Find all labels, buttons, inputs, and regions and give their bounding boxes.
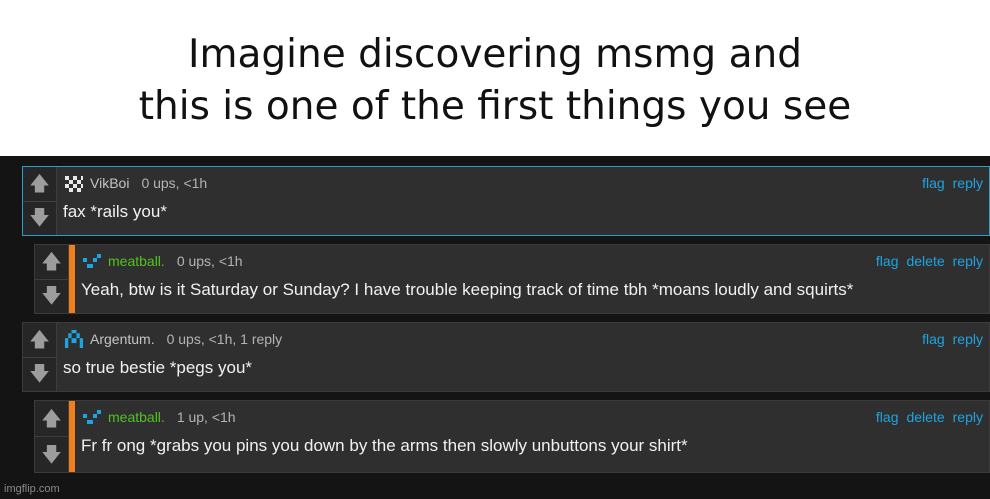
downvote-button[interactable]: 🡇 <box>35 278 68 314</box>
comment-body: meatball. 1 up, <1h flag delete reply Fr… <box>75 401 989 472</box>
flag-link[interactable]: flag <box>876 409 899 425</box>
comment-stats: 1 up, <1h <box>176 409 236 425</box>
comments-screenshot: 🡅 🡇 VikBoi 0 ups, <1h flag reply fax *ra… <box>0 156 990 499</box>
downvote-button[interactable]: 🡇 <box>23 200 56 236</box>
comment-stats: 0 ups, <1h <box>141 175 208 191</box>
comment-meatball-reply-2: 🡅 🡇 meatball. 1 up, <1h flag delete repl… <box>34 400 990 473</box>
downvote-button[interactable]: 🡇 <box>35 436 68 472</box>
arrow-down-icon: 🡇 <box>41 285 62 308</box>
flag-link[interactable]: flag <box>922 331 945 347</box>
comment-text: fax *rails you* <box>63 202 167 221</box>
arrow-down-icon: 🡇 <box>29 207 50 230</box>
vote-controls: 🡅 🡇 <box>35 401 69 472</box>
meatball-avatar-icon[interactable] <box>81 408 103 426</box>
caption-text: Imagine discovering msmg and this is one… <box>138 32 852 129</box>
upvote-button[interactable]: 🡅 <box>23 167 56 201</box>
arrow-down-icon: 🡇 <box>41 443 62 466</box>
reply-link[interactable]: reply <box>953 409 983 425</box>
comment-meta: meatball. 0 ups, <1h <box>81 252 243 270</box>
username[interactable]: meatball. <box>108 253 165 269</box>
username[interactable]: Argentum. <box>90 331 155 347</box>
comment-vikboi: 🡅 🡇 VikBoi 0 ups, <1h flag reply fax *ra… <box>22 166 990 236</box>
username[interactable]: VikBoi <box>90 175 129 191</box>
upvote-button[interactable]: 🡅 <box>35 401 68 436</box>
comment-stats: 0 ups, <1h <box>176 253 243 269</box>
comment-text: Fr fr ong *grabs you pins you down by th… <box>81 436 688 455</box>
argentum-avatar-icon[interactable] <box>63 330 85 348</box>
vote-controls: 🡅 🡇 <box>23 167 57 235</box>
flag-link[interactable]: flag <box>922 175 945 191</box>
comment-stats: 0 ups, <1h, 1 reply <box>166 331 283 347</box>
delete-link[interactable]: delete <box>906 253 944 269</box>
comment-meta: VikBoi 0 ups, <1h <box>63 174 207 192</box>
vikboi-avatar-icon[interactable] <box>63 174 85 192</box>
vote-controls: 🡅 🡇 <box>35 245 69 313</box>
arrow-down-icon: 🡇 <box>29 363 50 386</box>
comment-meta: Argentum. 0 ups, <1h, 1 reply <box>63 330 282 348</box>
vote-controls: 🡅 🡇 <box>23 323 57 391</box>
flag-link[interactable]: flag <box>876 253 899 269</box>
comment-body: VikBoi 0 ups, <1h flag reply fax *rails … <box>57 167 989 235</box>
comment-body: meatball. 0 ups, <1h flag delete reply Y… <box>75 245 989 313</box>
username[interactable]: meatball. <box>108 409 165 425</box>
comment-actions: flag reply <box>922 175 983 191</box>
reply-link[interactable]: reply <box>953 175 983 191</box>
reply-link[interactable]: reply <box>953 331 983 347</box>
upvote-button[interactable]: 🡅 <box>23 323 56 357</box>
arrow-up-icon: 🡅 <box>29 328 50 351</box>
meatball-avatar-icon[interactable] <box>81 252 103 270</box>
arrow-up-icon: 🡅 <box>41 407 62 430</box>
comment-body: Argentum. 0 ups, <1h, 1 reply flag reply… <box>57 323 989 391</box>
comment-meta: meatball. 1 up, <1h <box>81 408 236 426</box>
comment-text: so true bestie *pegs you* <box>63 358 253 377</box>
comment-meatball-reply-1: 🡅 🡇 meatball. 0 ups, <1h flag delete rep… <box>34 244 990 314</box>
meme-caption: Imagine discovering msmg and this is one… <box>0 0 990 156</box>
comment-actions: flag reply <box>922 331 983 347</box>
reply-link[interactable]: reply <box>953 253 983 269</box>
comment-actions: flag delete reply <box>876 409 983 425</box>
downvote-button[interactable]: 🡇 <box>23 356 56 392</box>
delete-link[interactable]: delete <box>906 409 944 425</box>
upvote-button[interactable]: 🡅 <box>35 245 68 279</box>
arrow-up-icon: 🡅 <box>29 172 50 195</box>
imgflip-watermark: imgflip.com <box>4 483 60 495</box>
comment-actions: flag delete reply <box>876 253 983 269</box>
arrow-up-icon: 🡅 <box>41 250 62 273</box>
comment-text: Yeah, btw is it Saturday or Sunday? I ha… <box>81 280 854 299</box>
comment-argentum: 🡅 🡇 Argentum. 0 ups, <1h, 1 reply flag r… <box>22 322 990 392</box>
